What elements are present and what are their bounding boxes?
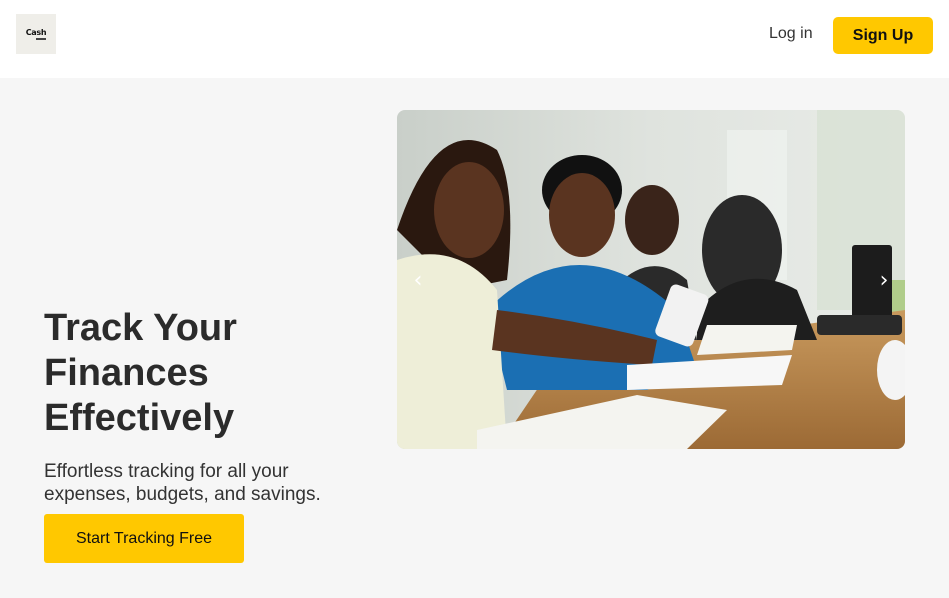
hero-title-line: Track Your [44,307,237,349]
logo-text: Cash [25,27,47,37]
hero-title-line: Effectively [44,397,235,439]
start-tracking-button[interactable]: Start Tracking Free [44,514,244,563]
site-header: Cash Log in Sign Up [0,0,949,78]
logo[interactable]: Cash [16,14,56,54]
logo-underline [36,37,46,40]
carousel-image [397,110,905,449]
chevron-left-icon[interactable]: ‹ [405,265,431,295]
login-link[interactable]: Log in [769,25,813,43]
hero-title-line: Finances [44,352,209,394]
hero-subtitle: Effortless tracking for all your expense… [44,461,321,505]
chevron-right-icon[interactable]: › [871,265,897,295]
hero-title: Track Your Finances Effectively [44,306,364,441]
signup-button[interactable]: Sign Up [833,17,933,54]
hero-carousel[interactable]: ‹ › [397,110,905,449]
